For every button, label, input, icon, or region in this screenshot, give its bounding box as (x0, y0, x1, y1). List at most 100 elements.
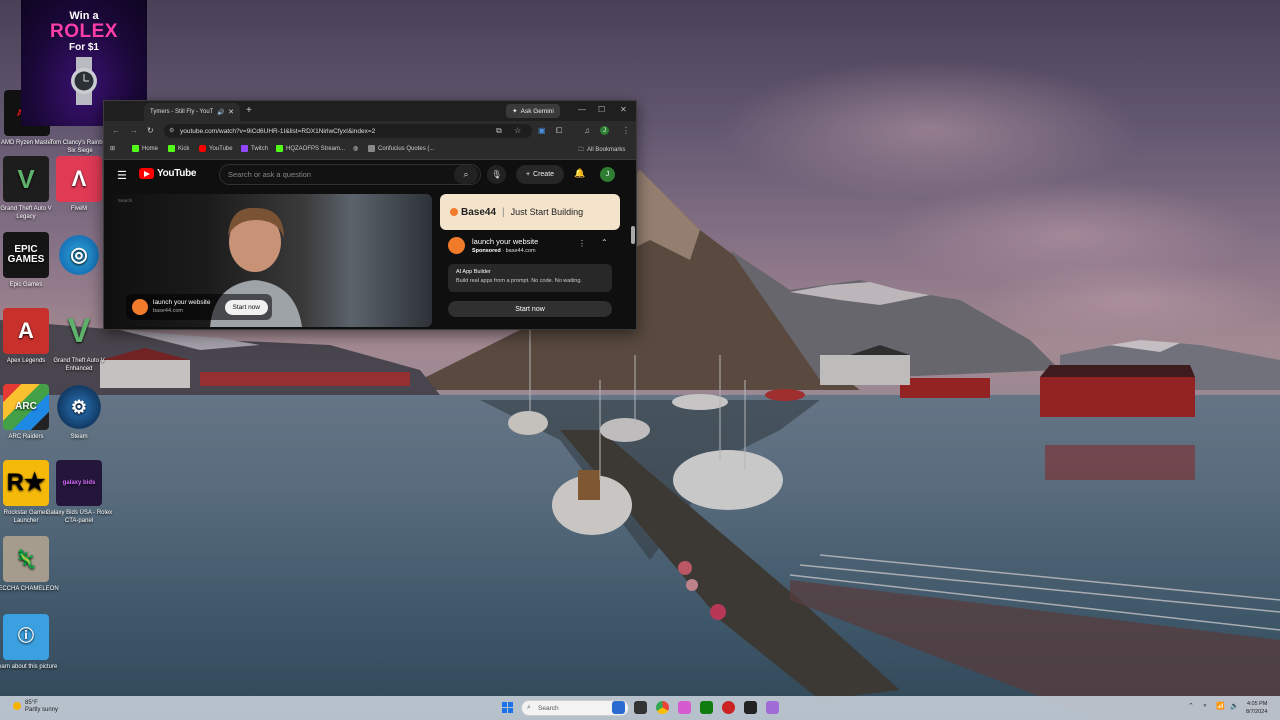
watch-icon (64, 57, 104, 105)
speaker-icon[interactable]: 🔊 (217, 109, 224, 116)
wifi-icon[interactable]: 📶 (1216, 702, 1225, 710)
globe-icon: ◍ (353, 146, 359, 152)
more-options-icon[interactable]: ⋮ (578, 239, 586, 248)
tab-strip: Tymers - Still Fly - YouT 🔊 ✕ + ✦ Ask Ge… (104, 101, 636, 121)
start-now-button[interactable]: Start now (448, 301, 612, 317)
desktop-icon-galaxy-bids[interactable]: galaxy bids Galaxy Bids USA - Rolex CTA-… (44, 460, 114, 525)
video-ad-overlay[interactable]: launch your website base44.com Start now (126, 294, 272, 320)
ad-description-box: AI App Builder Build real apps from a pr… (448, 264, 612, 292)
bookmark-youtube[interactable]: YouTube (199, 145, 233, 152)
rockstar-icon: R★ (3, 460, 49, 506)
ad-line-2: ROLEX (50, 21, 118, 42)
desktop-icon-learn-about-picture[interactable]: ⓘ Learn about this picture (0, 614, 61, 671)
ad-card-header: launch your website Sponsored · base44.c… (440, 234, 620, 264)
tab-youtube[interactable]: Tymers - Still Fly - YouT 🔊 ✕ (144, 103, 240, 121)
site-info-icon[interactable]: ⚙ (169, 127, 174, 134)
youtube-header: ☰ YouTube Search or ask a question ⌕ 🎙 +… (104, 160, 636, 190)
profile-avatar[interactable]: J (600, 126, 609, 135)
video-player[interactable]: Search launch your website base44.com St… (110, 194, 432, 327)
tab-title: Tymers - Still Fly - YouT (150, 109, 214, 115)
search-icon[interactable]: ⌕ (454, 165, 478, 184)
reload-icon[interactable]: ↻ (147, 126, 154, 135)
back-icon[interactable]: ← (112, 126, 120, 135)
ubisoft-icon: ◎ (56, 232, 102, 278)
video-ad-start-now-button[interactable]: Start now (224, 299, 268, 315)
desktop-icon-steam[interactable]: ⚙ Steam (44, 384, 114, 441)
youtube-page: ☰ YouTube Search or ask a question ⌕ 🎙 +… (104, 160, 636, 329)
extensions-puzzle-icon[interactable]: ⧠ (556, 126, 562, 136)
microphone-icon[interactable]: 🎙 (487, 165, 506, 184)
photos-icon[interactable] (678, 701, 691, 714)
close-tab-icon[interactable]: ✕ (228, 108, 234, 116)
chrome-menu-icon[interactable]: ⋮ (622, 126, 630, 135)
bookmark-twitch[interactable]: Twitch (241, 145, 268, 152)
chevron-up-icon[interactable]: ⌃ (601, 238, 608, 247)
weather-widget[interactable]: 85°F Partly sunny (13, 700, 58, 714)
install-icon[interactable]: ⧉ (496, 126, 502, 136)
widget-icon[interactable] (612, 701, 625, 714)
gta-v-icon: V (67, 312, 91, 350)
apps-icon[interactable]: ⊞ (110, 145, 115, 152)
sponsored-side-ad[interactable]: Base44 | Just Start Building launch your… (440, 194, 620, 329)
desktop-icon-meccha-chameleon[interactable]: 🦎 MECCHA CHAMELEON (0, 536, 61, 593)
bookmark-globe[interactable]: ◍ (353, 145, 358, 152)
volume-icon[interactable]: 🔊 (1230, 702, 1239, 710)
base44-logo-icon (132, 299, 148, 315)
new-tab-icon[interactable]: + (246, 105, 252, 116)
all-bookmarks[interactable]: 🗀 All Bookmarks (578, 145, 625, 155)
notification-icon[interactable]: ⚬ (1202, 702, 1208, 710)
epic-games-icon: EPIC GAMES (3, 232, 49, 278)
chrome-taskbar-icon[interactable] (656, 701, 669, 714)
fivem-icon: Λ (56, 156, 102, 202)
create-button[interactable]: + Create (516, 165, 564, 184)
base44-banner[interactable]: Base44 | Just Start Building (440, 194, 620, 230)
bookmark-home[interactable]: Home (132, 145, 158, 152)
chrome-window[interactable]: Tymers - Still Fly - YouT 🔊 ✕ + ✦ Ask Ge… (103, 100, 637, 330)
youtube-search-input[interactable]: Search or ask a question (219, 164, 481, 185)
url-text: youtube.com/watch?v=9iCd6UHR-1I&list=RDX… (180, 127, 376, 135)
forward-icon[interactable]: → (130, 126, 138, 135)
media-control-icon[interactable]: ♫ (584, 126, 590, 135)
account-avatar[interactable]: J (600, 167, 615, 182)
ad-line-3: For $1 (68, 42, 99, 53)
bookmarks-bar: ⊞ Home Kick YouTube Twitch HQZAOFPS Stre… (104, 141, 636, 160)
task-view-icon[interactable] (634, 701, 647, 714)
youtube-play-icon (139, 168, 154, 179)
plus-icon: + (525, 171, 531, 178)
galaxy-bids-icon: galaxy bids (56, 460, 102, 506)
bookmark-confucius-quotes[interactable]: Confucius Quotes (... (368, 145, 434, 152)
maximize-icon[interactable]: ☐ (598, 105, 605, 114)
video-search-label: Search (118, 198, 133, 203)
toolbar: ← → ↻ ⚙ youtube.com/watch?v=9iCd6UHR-1I&… (104, 121, 636, 141)
steam-icon: ⚙ (56, 384, 102, 430)
address-bar[interactable]: ⚙ youtube.com/watch?v=9iCd6UHR-1I&list=R… (164, 124, 532, 138)
app-red-icon[interactable] (722, 701, 735, 714)
bookmark-star-icon[interactable]: ☆ (514, 126, 521, 135)
arc-raiders-icon: ARC (3, 384, 49, 430)
close-window-icon[interactable]: ✕ (620, 105, 627, 114)
base44-logo-icon (448, 237, 465, 254)
folder-icon: 🗀 (578, 147, 585, 153)
hamburger-menu-icon[interactable]: ☰ (117, 169, 127, 182)
taskbar: 85°F Partly sunny ⌕ Search ⌃ ⚬ 📶 🔊 4:05 … (0, 696, 1280, 720)
start-button[interactable] (502, 702, 513, 713)
bookmark-kick[interactable]: Kick (168, 145, 189, 152)
tray-chevron-up-icon[interactable]: ⌃ (1188, 702, 1194, 710)
apex-legends-icon: A (3, 308, 49, 354)
page-scrollbar[interactable] (631, 220, 635, 329)
xbox-icon[interactable] (700, 701, 713, 714)
discord-taskbar-icon[interactable] (766, 701, 779, 714)
extension-icon[interactable]: ▣ (538, 126, 546, 135)
clock[interactable]: 4:05 PM 8/7/2024 (1246, 700, 1267, 716)
youtube-logo[interactable]: YouTube (139, 168, 197, 179)
notifications-bell-icon[interactable]: 🔔 (574, 168, 585, 179)
epic-taskbar-icon[interactable] (744, 701, 757, 714)
ask-gemini-button[interactable]: ✦ Ask Gemini (506, 104, 560, 118)
learn-picture-icon: ⓘ (3, 614, 49, 660)
bookmark-hqzao-stream[interactable]: HQZAOFPS Stream... (276, 145, 345, 152)
minimize-icon[interactable]: — (578, 105, 586, 114)
chameleon-icon: 🦎 (3, 536, 49, 582)
base44-logo-icon (450, 208, 458, 216)
sun-icon (13, 702, 21, 710)
gemini-icon: ✦ (512, 108, 518, 115)
